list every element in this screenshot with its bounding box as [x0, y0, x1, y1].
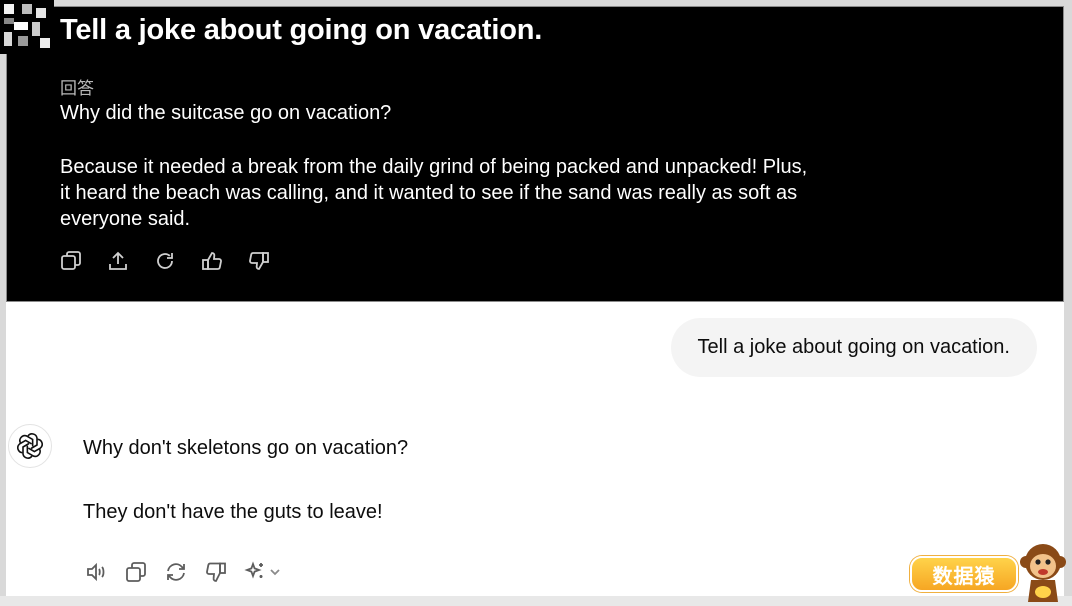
assistant-action-bar: [84, 560, 282, 584]
assistant-joke-answer: They don't have the guts to leave!: [83, 501, 383, 523]
read-aloud-icon: [87, 562, 105, 582]
regenerate-icon: [157, 253, 173, 269]
openai-logo-icon: [17, 433, 43, 459]
share-icon: [109, 251, 127, 270]
thumbs-up-icon: [202, 252, 222, 270]
thumbs-down-icon: [249, 252, 269, 270]
outer-frame-right: [1064, 0, 1072, 606]
regenerate-button[interactable]: [164, 560, 188, 584]
answer-label: 回答: [60, 79, 94, 99]
dark-action-bar: [60, 250, 270, 272]
thumbs-down-button[interactable]: [248, 250, 270, 272]
pixelated-avatar-icon: [0, 0, 54, 54]
copy-button[interactable]: [60, 250, 82, 272]
regenerate-icon: [167, 563, 185, 581]
share-button[interactable]: [107, 250, 129, 272]
thumbs-down-icon: [206, 562, 226, 582]
chevron-down-icon: [270, 569, 280, 576]
user-message-bubble: Tell a joke about going on vacation.: [670, 318, 1037, 377]
watermark: 数据猿: [908, 540, 1068, 606]
dark-joke-question: Why did the suitcase go on vacation?: [60, 102, 392, 124]
read-aloud-button[interactable]: [84, 560, 108, 584]
thumbs-down-button[interactable]: [204, 560, 228, 584]
monkey-mascot-icon: [1020, 544, 1066, 602]
copy-icon: [126, 562, 146, 582]
sparkle-model-icon: [244, 561, 263, 579]
copy-icon: [61, 251, 81, 270]
model-switch-button[interactable]: [244, 560, 282, 584]
assistant-avatar: [8, 424, 52, 468]
regenerate-button[interactable]: [154, 250, 176, 272]
watermark-badge: 数据猿: [910, 556, 1018, 592]
dark-panel-title: Tell a joke about going on vacation.: [60, 14, 543, 46]
dark-joke-answer: Because it needed a break from the daily…: [60, 156, 808, 230]
copy-button[interactable]: [124, 560, 148, 584]
thumbs-up-button[interactable]: [201, 250, 223, 272]
assistant-joke-question: Why don't skeletons go on vacation?: [83, 437, 409, 459]
